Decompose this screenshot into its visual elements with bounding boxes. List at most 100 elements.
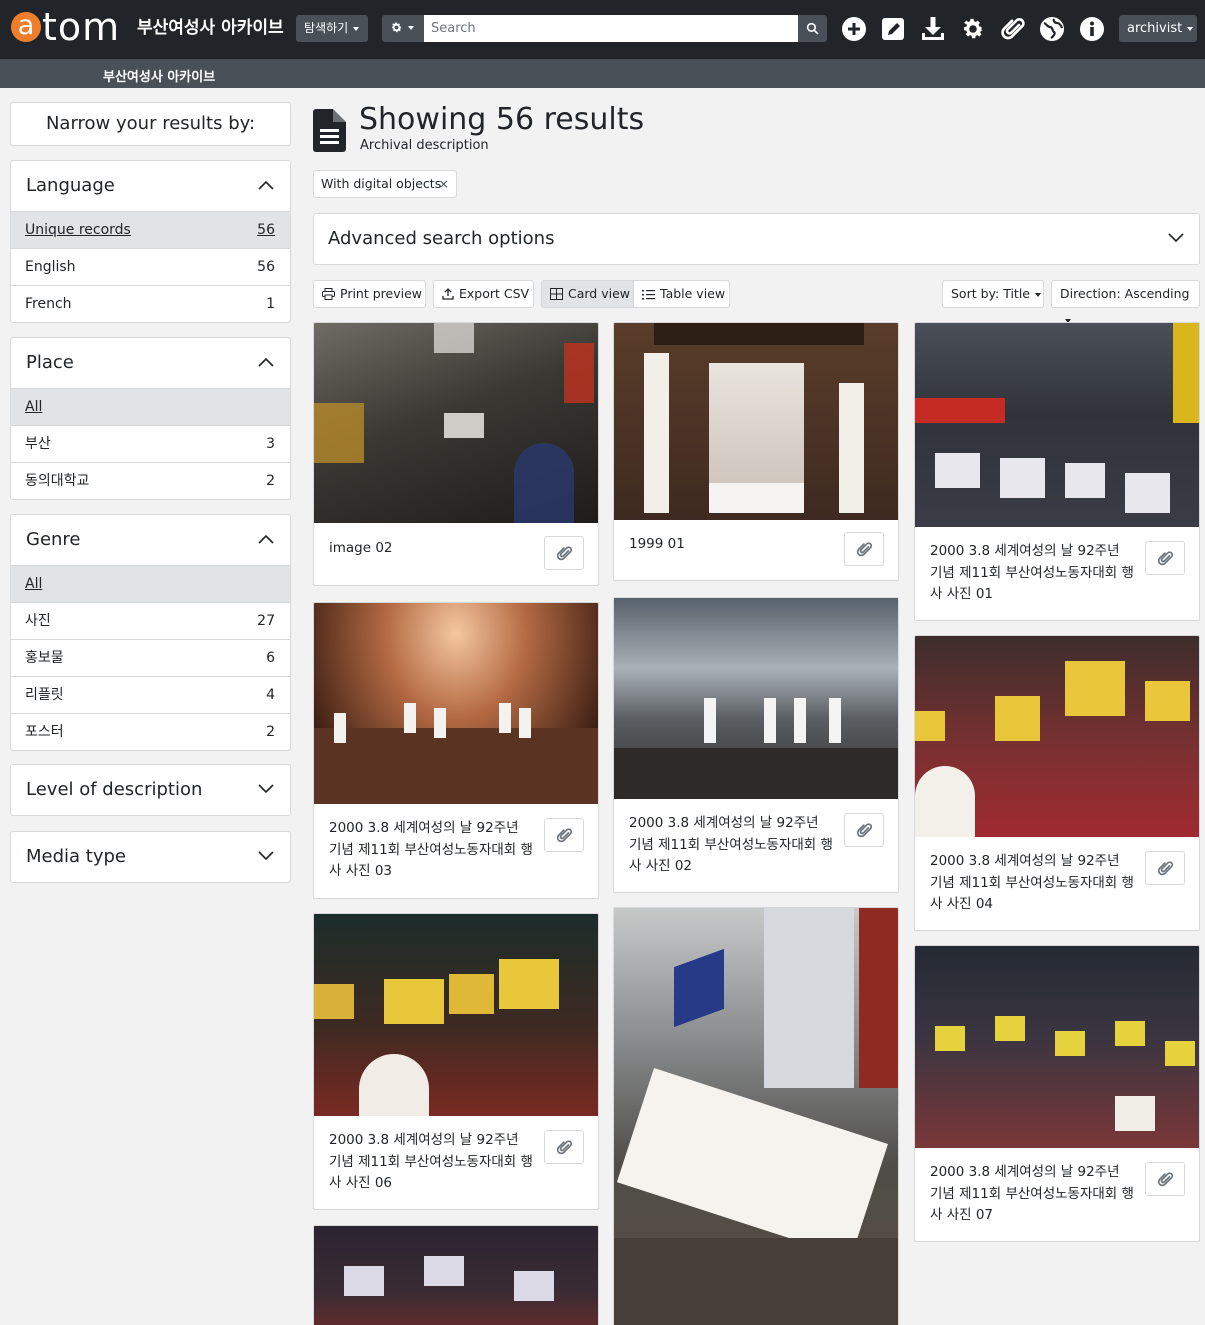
facet-title: Genre (26, 529, 81, 550)
facet-item-label: 부산 (25, 436, 51, 452)
result-card[interactable]: 2000 3.8 세계여성의 날 92주년 기념 제11회 부산여성노동자대회 … (914, 635, 1200, 931)
info-icon[interactable] (1079, 16, 1105, 42)
card-title[interactable]: 2000 3.8 세계여성의 날 92주년 기념 제11회 부산여성노동자대회 … (930, 1162, 1135, 1227)
result-card[interactable]: 2000 3.8 세계여성의 날 92주년 기념 제11회 부산여성노동자대회 … (914, 322, 1200, 621)
card-title[interactable]: image 02 (329, 538, 534, 560)
search-options-button[interactable] (382, 15, 424, 42)
result-card[interactable]: 2000 3.8 세계여성의 날 92주년 기념 제11회 부산여성노동자대회 … (313, 913, 599, 1210)
thumbnail-image[interactable] (915, 323, 1199, 527)
clipboard-icon[interactable] (1000, 16, 1026, 42)
sort-by-dropdown[interactable]: Sort by: Title (942, 280, 1044, 308)
attach-button[interactable] (544, 818, 584, 852)
attach-button[interactable] (1145, 1162, 1185, 1196)
search-input[interactable] (424, 15, 798, 42)
thumbnail-image[interactable] (915, 636, 1199, 837)
remove-filter-icon[interactable]: × (439, 171, 449, 197)
add-icon[interactable] (841, 16, 867, 42)
facet-item-count: 1 (266, 296, 275, 312)
facet-item-count: 2 (266, 724, 275, 740)
site-title[interactable]: 부산여성사 아카이브 (137, 17, 284, 39)
facet-item[interactable]: English 56 (11, 248, 290, 285)
card-title[interactable]: 2000 3.8 세계여성의 날 92주년 기념 제11회 부산여성노동자대회 … (930, 851, 1135, 916)
card-view-button[interactable]: Card view (541, 280, 634, 308)
chevron-up-icon (258, 180, 274, 190)
facet-item[interactable]: 리플릿 4 (11, 676, 290, 713)
browse-label: 탐색하기 (304, 21, 349, 35)
filter-tag-label: With digital objects (321, 176, 442, 191)
thumbnail-image[interactable] (614, 598, 898, 799)
export-csv-button[interactable]: Export CSV (433, 280, 534, 308)
export-csv-label: Export CSV (459, 286, 530, 301)
facet-item[interactable]: 사진 27 (11, 602, 290, 639)
atom-logo[interactable]: a (11, 12, 41, 42)
thumbnail-image[interactable] (314, 603, 598, 804)
paperclip-icon (556, 1140, 573, 1155)
search-button[interactable] (798, 15, 827, 42)
facet-item-label: 동의대학교 (25, 473, 90, 489)
table-view-button[interactable]: Table view (633, 280, 730, 308)
facet-item[interactable]: Unique records 56 (11, 211, 290, 248)
thumbnail-image[interactable] (314, 914, 598, 1116)
settings-icon[interactable] (960, 16, 986, 42)
facet-item-count: 27 (257, 613, 275, 629)
card-title[interactable]: 1999 01 (629, 534, 834, 556)
top-navbar: a tom 부산여성사 아카이브 탐색하기 archivist (0, 0, 1205, 59)
repository-link[interactable]: 부산여성사 아카이브 (103, 66, 215, 85)
edit-icon[interactable] (881, 16, 907, 42)
facet-media-header[interactable]: Media type (11, 832, 290, 882)
direction-dropdown[interactable]: Direction: Ascending (1051, 280, 1200, 323)
facet-place: Place All 부산 3 동의대학교 2 (10, 337, 291, 500)
advanced-search-toggle[interactable]: Advanced search options (313, 213, 1200, 265)
list-icon (642, 290, 655, 300)
print-preview-button[interactable]: Print preview (313, 280, 426, 308)
sort-by-label: Sort by: Title (951, 286, 1030, 301)
grid-icon (550, 288, 563, 300)
facet-item[interactable]: 포스터 2 (11, 713, 290, 750)
paperclip-icon (856, 542, 873, 557)
card-title[interactable]: 2000 3.8 세계여성의 날 92주년 기념 제11회 부산여성노동자대회 … (329, 1130, 534, 1195)
chevron-up-icon (258, 357, 274, 367)
attach-button[interactable] (1145, 541, 1185, 575)
card-title[interactable]: 2000 3.8 세계여성의 날 92주년 기념 제11회 부산여성노동자대회 … (329, 818, 534, 883)
facet-item[interactable]: French 1 (11, 285, 290, 322)
facet-language: Language Unique records 56 English 56 Fren… (10, 160, 291, 323)
thumbnail-image[interactable] (915, 946, 1199, 1148)
facet-item[interactable]: 동의대학교 2 (11, 462, 290, 499)
attach-button[interactable] (544, 536, 584, 570)
attach-button[interactable] (544, 1130, 584, 1164)
facet-item-label: 리플릿 (25, 687, 64, 703)
thumbnail-image[interactable] (314, 1226, 598, 1325)
thumbnail-image[interactable] (314, 323, 598, 523)
facet-item[interactable]: All (11, 565, 290, 602)
facet-item-count: 56 (257, 222, 275, 238)
result-card[interactable]: 2000 3.8 세계여성의 날 92주년 기념 제11회 부산여성노동자대회 … (914, 945, 1200, 1242)
facet-level-header[interactable]: Level of description (11, 765, 290, 815)
result-card[interactable]: 1999 01 (613, 322, 899, 581)
result-card[interactable]: 2000 3.8 세계여성의 날 92주년 기념 제11회 부산여성노동자대회 … (313, 602, 599, 899)
card-view-label: Card view (568, 286, 630, 301)
attach-button[interactable] (844, 813, 884, 847)
result-card[interactable]: image 02 (313, 322, 599, 586)
result-card[interactable] (613, 907, 899, 1325)
thumbnail-image[interactable] (614, 908, 898, 1325)
facet-item[interactable]: All (11, 388, 290, 425)
facet-place-header[interactable]: Place (11, 338, 290, 388)
import-icon[interactable] (920, 16, 946, 42)
facet-genre-header[interactable]: Genre (11, 515, 290, 565)
result-card[interactable]: 2000 3.8 세계여성의 날 92주년 기념 제11회 부산여성노동자대회 … (613, 597, 899, 893)
user-menu-button[interactable]: archivist (1119, 15, 1197, 42)
facet-genre: Genre All 사진 27 홍보물 6 리플릿 4 포스터 2 (10, 514, 291, 751)
result-card[interactable] (313, 1225, 599, 1325)
facet-language-header[interactable]: Language (11, 161, 290, 211)
page-title: Showing 56 results (359, 102, 645, 137)
language-icon[interactable] (1039, 16, 1065, 42)
browse-menu-button[interactable]: 탐색하기 (296, 15, 368, 42)
attach-button[interactable] (844, 532, 884, 566)
card-title[interactable]: 2000 3.8 세계여성의 날 92주년 기념 제11회 부산여성노동자대회 … (930, 541, 1135, 606)
card-title[interactable]: 2000 3.8 세계여성의 날 92주년 기념 제11회 부산여성노동자대회 … (629, 813, 834, 878)
atom-logo-text[interactable]: tom (42, 5, 120, 49)
facet-item[interactable]: 홍보물 6 (11, 639, 290, 676)
attach-button[interactable] (1145, 851, 1185, 885)
facet-item[interactable]: 부산 3 (11, 425, 290, 462)
thumbnail-image[interactable] (614, 323, 898, 520)
